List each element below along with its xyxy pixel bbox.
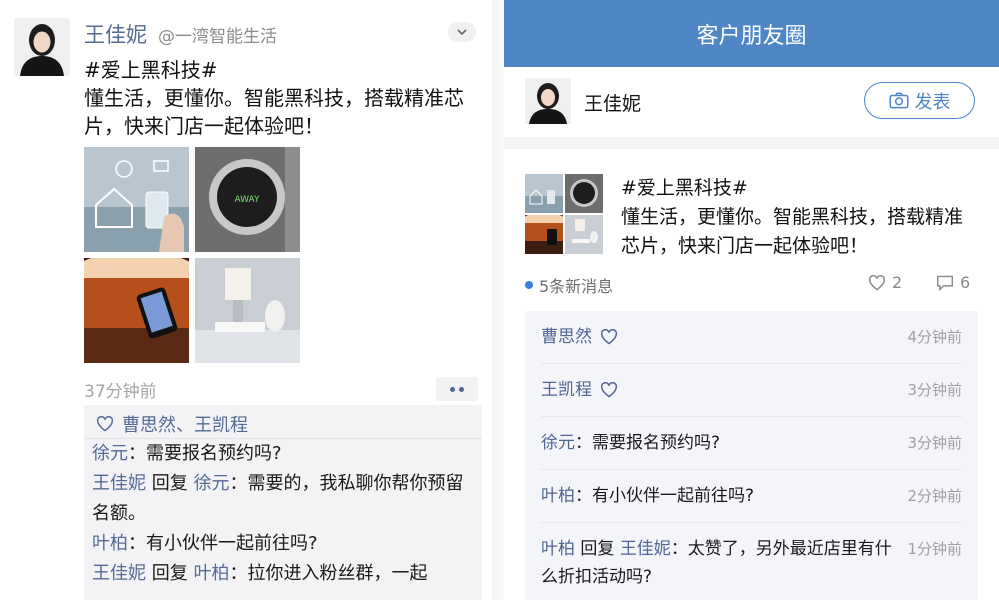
unread-dot-icon <box>525 281 533 289</box>
reply-label: 回复 <box>151 563 188 584</box>
post-hashtag[interactable]: #爱上黑科技# <box>84 56 480 84</box>
comment-text: ：需要报名预约吗? <box>575 433 721 453</box>
speaker-thumbnail <box>565 215 603 254</box>
comment-icon <box>937 275 953 291</box>
post-hashtag[interactable]: #爱上黑科技# <box>621 174 981 203</box>
commenter-name[interactable]: 叶柏 <box>541 539 575 559</box>
comment-time: 1分钟前 <box>907 540 962 558</box>
heart-icon <box>600 329 618 345</box>
thermostat-image[interactable]: AWAY <box>195 147 300 252</box>
comment-item[interactable]: 王佳妮 回复 徐元：需要的，我私聊你帮你预留名额。 <box>84 469 482 529</box>
commenter-name[interactable]: 王佳妮 <box>92 473 146 494</box>
post-text: #爱上黑科技# 懂生活，更懂你。智能黑科技，搭载精准芯片，快来门店一起体验吧！ <box>621 174 981 261</box>
post-body: 懂生活，更懂你。智能黑科技，搭载精准芯片，快来门店一起体验吧！ <box>84 86 464 138</box>
reply-target-name[interactable]: 徐元 <box>193 473 229 494</box>
commenter-name[interactable]: 徐元 <box>92 443 128 464</box>
like-button[interactable]: 2 <box>868 273 902 292</box>
comment-time: 3分钟前 <box>907 381 962 399</box>
comment-time: 4分钟前 <box>907 328 962 346</box>
comment-text: ：有小伙伴一起前往吗? <box>575 486 755 506</box>
comment-text: ：有小伙伴一起前往吗? <box>128 533 318 554</box>
avatar[interactable] <box>14 18 70 76</box>
comment-text: ：需要报名预约吗? <box>128 443 282 464</box>
customer-moments-panel: 客户朋友圈 王佳妮 发表 #爱上黑科技# 懂生活，更懂你。智能黑科技，搭载精准芯… <box>504 0 999 600</box>
page-title: 客户朋友圈 <box>504 0 999 67</box>
list-item[interactable]: 叶柏：有小伙伴一起前往吗? 2分钟前 <box>541 470 962 523</box>
reply-target-name[interactable]: 叶柏 <box>193 563 229 584</box>
likers-list[interactable]: 曹思然、王凯程 <box>122 411 248 437</box>
comment-time: 2分钟前 <box>907 487 962 505</box>
publish-button-label: 发表 <box>914 91 951 113</box>
comment-button[interactable]: 6 <box>936 273 970 292</box>
chevron-down-icon <box>457 29 467 36</box>
list-item[interactable]: 曹思然 4分钟前 <box>541 311 962 364</box>
commenter-name[interactable]: 王佳妮 <box>92 563 146 584</box>
commenter-name[interactable]: 叶柏 <box>541 486 575 506</box>
publish-button[interactable]: 发表 <box>864 82 975 119</box>
comment-box: 曹思然、王凯程 徐元：需要报名预约吗? 王佳妮 回复 徐元：需要的，我私聊你帮你… <box>84 405 482 600</box>
smart-lamp-image[interactable] <box>84 258 189 363</box>
thermostat-thumbnail <box>565 174 603 213</box>
heart-icon <box>96 415 114 431</box>
liker-name[interactable]: 王凯程 <box>541 376 592 404</box>
like-count: 2 <box>892 273 903 292</box>
moment-post: #爱上黑科技# 懂生活，更懂你。智能黑科技，搭载精准芯片，快来门店一起体验吧！ … <box>504 149 999 600</box>
comment-item[interactable]: 叶柏：有小伙伴一起前往吗? <box>84 529 482 559</box>
svg-text:AWAY: AWAY <box>234 195 260 205</box>
post-image-grid: AWAY <box>84 147 302 363</box>
commenter-name[interactable]: 徐元 <box>541 433 575 453</box>
list-item[interactable]: 叶柏 回复 王佳妮：太赞了，另外最近店里有什么折扣活动吗? 1分钟前 <box>541 523 962 600</box>
post-dropdown-button[interactable] <box>448 22 476 42</box>
moments-feed-panel: 王佳妮 @一湾智能生活 #爱上黑科技# 懂生活，更懂你。智能黑科技，搭载精准芯片… <box>0 0 492 600</box>
post-thumbnail-grid[interactable] <box>525 174 603 254</box>
user-name: 王佳妮 <box>584 93 642 115</box>
comment-text: ：需要的，我私聊你帮你预留名额。 <box>92 473 464 524</box>
camera-icon <box>889 92 908 109</box>
heart-icon <box>600 382 618 398</box>
comment-time: 3分钟前 <box>907 434 962 452</box>
comment-item[interactable]: 王佳妮 回复 叶柏：拉你进入粉丝群，一起 <box>84 559 482 589</box>
post-body: 懂生活，更懂你。智能黑科技，搭载精准芯片，快来门店一起体验吧！ <box>621 206 964 257</box>
smart-lamp-thumbnail <box>525 215 563 254</box>
reply-label: 回复 <box>580 539 615 559</box>
reply-label: 回复 <box>151 473 188 494</box>
comment-count: 6 <box>960 273 971 292</box>
panel-divider <box>492 0 504 600</box>
more-button[interactable] <box>436 377 478 401</box>
list-item[interactable]: 徐元：需要报名预约吗? 3分钟前 <box>541 417 962 470</box>
reply-target-name[interactable]: 王佳妮 <box>620 539 671 559</box>
comment-list: 曹思然 4分钟前 王凯程 3分钟前 徐元：需要报名预约吗? 3分钟前 叶柏：有小… <box>525 311 978 600</box>
heart-icon <box>868 274 886 290</box>
new-messages-indicator[interactable]: 5条新消息 <box>525 273 613 297</box>
smart-home-thumbnail <box>525 174 563 213</box>
author-handle: @一湾智能生活 <box>158 27 277 47</box>
new-messages-label: 5条新消息 <box>539 277 614 296</box>
likes-row: 曹思然、王凯程 <box>84 405 482 439</box>
comment-item[interactable]: 徐元：需要报名预约吗? <box>84 439 482 469</box>
liker-name[interactable]: 曹思然 <box>541 323 592 351</box>
post-text: #爱上黑科技# 懂生活，更懂你。智能黑科技，搭载精准芯片，快来门店一起体验吧！ <box>84 56 480 140</box>
commenter-name[interactable]: 叶柏 <box>92 533 128 554</box>
smart-home-image[interactable] <box>84 147 189 252</box>
post-time: 37分钟前 <box>84 382 157 402</box>
user-bar: 王佳妮 发表 <box>504 67 999 137</box>
comment-text: ：拉你进入粉丝群，一起 <box>229 563 428 584</box>
more-icon <box>450 386 455 392</box>
author-name[interactable]: 王佳妮 <box>84 19 147 49</box>
speaker-image[interactable] <box>195 258 300 363</box>
list-item[interactable]: 王凯程 3分钟前 <box>541 364 962 417</box>
avatar[interactable] <box>525 78 571 124</box>
